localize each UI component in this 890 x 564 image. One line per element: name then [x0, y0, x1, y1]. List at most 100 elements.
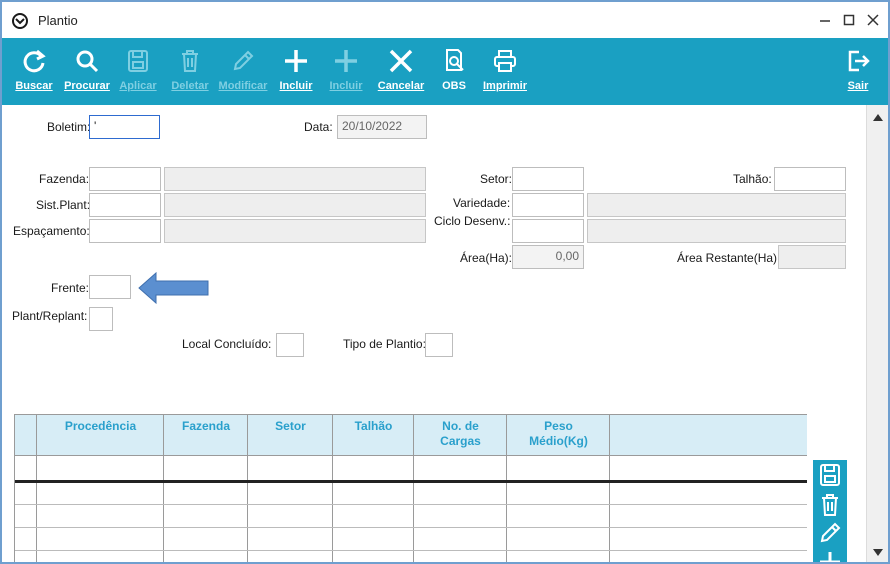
- frente-label: Frente:: [51, 281, 90, 295]
- ciclo-input[interactable]: [512, 219, 584, 243]
- table-row: [15, 550, 807, 551]
- grid-column-fazenda: [164, 414, 248, 562]
- aplicar-label: Aplicar: [119, 80, 157, 92]
- window-title: Plantio: [38, 13, 78, 28]
- incluir-disabled-button[interactable]: Incluir: [324, 38, 368, 105]
- sistplant-label: Sist.Plant:: [36, 198, 91, 212]
- grid-indicator-column: [15, 414, 37, 562]
- area-restante-field: [778, 245, 846, 269]
- toolbar: Buscar Procurar Aplicar Deletar Modifica…: [2, 38, 888, 105]
- save-icon[interactable]: [817, 462, 843, 488]
- save-icon: [128, 50, 148, 72]
- ciclo-desc-field: [587, 219, 846, 243]
- talhao-label: Talhão:: [733, 172, 772, 186]
- fazenda-desc-field: [164, 167, 426, 191]
- table-row: [15, 527, 807, 528]
- pencil-icon: [233, 50, 254, 71]
- espacamento-input[interactable]: [89, 219, 161, 243]
- grid-column-talhao: [333, 414, 414, 562]
- title-bar: Plantio: [2, 2, 888, 38]
- close-icon[interactable]: [860, 8, 886, 32]
- setor-input[interactable]: [512, 167, 584, 191]
- maximize-icon[interactable]: [836, 8, 862, 32]
- boletim-input[interactable]: ': [89, 115, 160, 139]
- fazenda-input[interactable]: [89, 167, 161, 191]
- arrow-left-icon: [138, 271, 209, 305]
- variedade-desc-field: [587, 193, 846, 217]
- tipo-plantio-label: Tipo de Plantio:: [343, 337, 426, 351]
- procurar-label: Procurar: [64, 80, 110, 92]
- imprimir-label: Imprimir: [482, 80, 527, 92]
- obs-button[interactable]: OBS: [436, 38, 472, 105]
- obs-label: OBS: [442, 80, 466, 92]
- cancelar-label: Cancelar: [377, 80, 425, 92]
- boletim-label: Boletim:: [47, 120, 91, 134]
- area-input[interactable]: 0,00: [512, 245, 584, 269]
- table-row: [15, 504, 807, 505]
- trash-icon: [182, 50, 198, 72]
- variedade-label: Variedade:: [453, 196, 511, 210]
- data-input[interactable]: 20/10/2022: [337, 115, 427, 139]
- table-row: [15, 480, 807, 483]
- sistplant-input[interactable]: [89, 193, 161, 217]
- exit-icon: [848, 50, 870, 72]
- area-label: Área(Ha):: [460, 251, 513, 265]
- plus-icon: [285, 50, 307, 72]
- talhao-input[interactable]: [774, 167, 846, 191]
- sair-button[interactable]: Sair: [838, 38, 878, 105]
- plus-icon[interactable]: [817, 548, 843, 564]
- grid-side-toolbar: [813, 460, 847, 564]
- espacamento-label: Espaçamento:: [13, 224, 90, 238]
- area-restante-label: Área Restante(Ha):: [677, 251, 781, 265]
- grid-header-talhao[interactable]: Talhão: [333, 419, 414, 434]
- trash-icon[interactable]: [817, 492, 843, 518]
- tipo-plantio-input[interactable]: [425, 333, 453, 357]
- deletar-button[interactable]: Deletar: [168, 38, 212, 105]
- data-label: Data:: [304, 120, 333, 134]
- local-concluido-input[interactable]: [276, 333, 304, 357]
- plant-replant-input[interactable]: [89, 307, 113, 331]
- buscar-label: Buscar: [15, 80, 53, 92]
- document-search-icon: [446, 49, 464, 71]
- search-icon: [76, 50, 99, 73]
- procurar-button[interactable]: Procurar: [62, 38, 112, 105]
- aplicar-button[interactable]: Aplicar: [116, 38, 160, 105]
- buscar-button[interactable]: Buscar: [10, 38, 58, 105]
- modificar-label: Modificar: [218, 80, 268, 92]
- sair-label: Sair: [847, 80, 869, 92]
- plant-replant-label: Plant/Replant:: [12, 309, 88, 323]
- incluir-disabled-label: Incluir: [329, 80, 363, 92]
- fazenda-label: Fazenda:: [39, 172, 90, 186]
- frente-input[interactable]: [89, 275, 131, 299]
- grid-column-procedencia: [37, 414, 164, 562]
- grid-header-setor[interactable]: Setor: [248, 419, 333, 434]
- plantio-window: Plantio Buscar Procurar Aplicar Deletar …: [0, 0, 890, 564]
- incluir-button[interactable]: Incluir: [274, 38, 318, 105]
- minimize-icon[interactable]: [812, 8, 838, 32]
- grid-header-fazenda[interactable]: Fazenda: [164, 419, 248, 434]
- pencil-icon[interactable]: [817, 520, 843, 546]
- espacamento-desc-field: [164, 219, 426, 243]
- close-x-icon: [389, 49, 413, 73]
- setor-label: Setor:: [480, 172, 513, 186]
- app-logo-icon: [12, 13, 28, 29]
- grid-header-procedencia[interactable]: Procedência: [37, 419, 164, 434]
- scroll-down-icon[interactable]: [872, 547, 884, 557]
- grid-column-setor: [248, 414, 333, 562]
- variedade-input[interactable]: [512, 193, 584, 217]
- cancelar-button[interactable]: Cancelar: [374, 38, 428, 105]
- printer-icon: [494, 50, 516, 72]
- incluir-label: Incluir: [279, 80, 313, 92]
- local-concluido-label: Local Concluído:: [182, 337, 272, 351]
- grid-header-peso[interactable]: Peso Médio(Kg): [507, 419, 610, 449]
- modificar-button[interactable]: Modificar: [216, 38, 270, 105]
- sistplant-desc-field: [164, 193, 426, 217]
- grid-header-cargas[interactable]: No. de Cargas: [414, 419, 507, 449]
- imprimir-button[interactable]: Imprimir: [480, 38, 530, 105]
- vertical-scrollbar[interactable]: [866, 105, 888, 562]
- scroll-up-icon[interactable]: [872, 113, 884, 123]
- deletar-label: Deletar: [171, 80, 209, 92]
- refresh-icon: [23, 49, 46, 73]
- plantio-grid: Procedência Fazenda Setor Talhão No. de …: [14, 414, 807, 562]
- plus-icon: [335, 50, 357, 72]
